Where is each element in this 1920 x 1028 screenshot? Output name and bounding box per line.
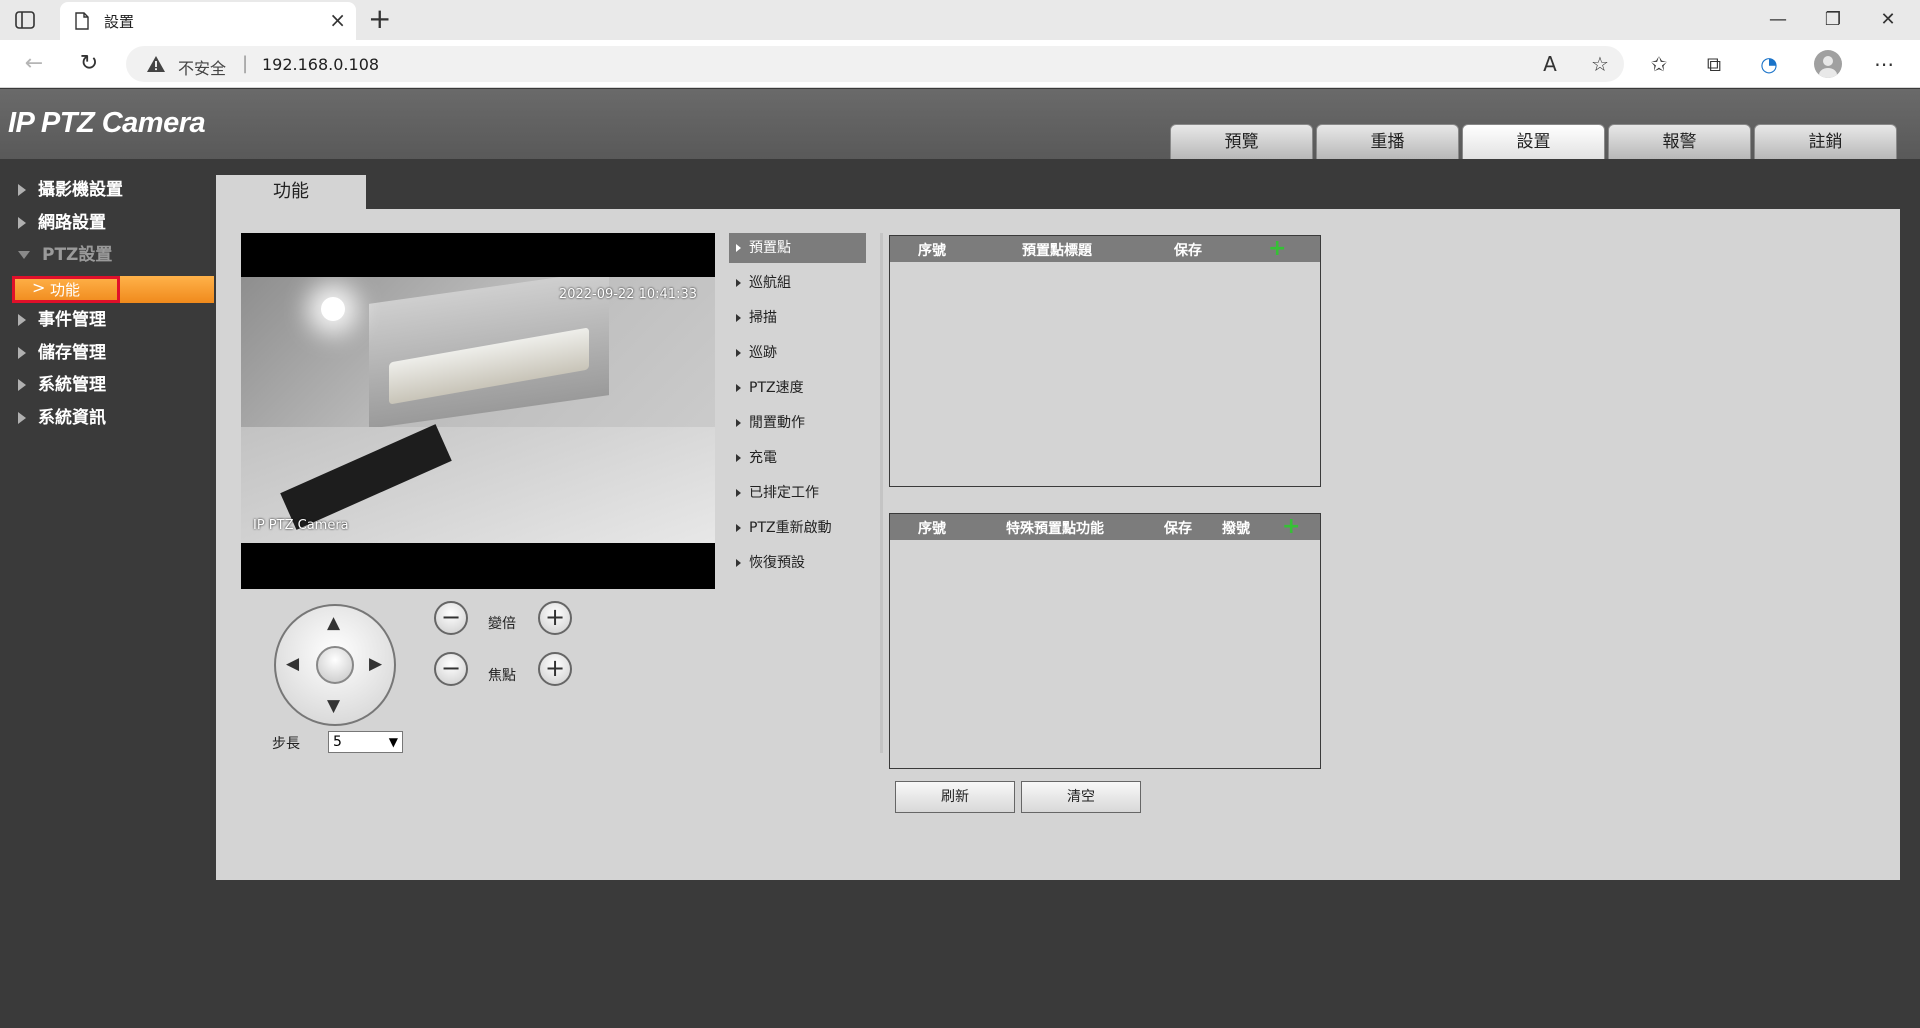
menu-item-pattern[interactable]: 巡跡: [729, 338, 866, 368]
osd-timestamp: 2022-09-22 10:41:33: [558, 287, 697, 302]
special-preset-table: 序號 特殊預置點功能 保存 撥號 +: [889, 513, 1321, 769]
insecure-label[interactable]: 不安全: [178, 55, 226, 79]
focus-label: 焦點: [488, 668, 516, 684]
preset-table-header: 序號 預置點標題 保存 +: [890, 236, 1320, 262]
menu-item-idle-motion[interactable]: 閒置動作: [729, 408, 866, 438]
collapse-arrow-icon: [18, 251, 30, 259]
sidebar-item-storage-management[interactable]: 儲存管理: [18, 339, 106, 367]
sidebar-item-system-info[interactable]: 系統資訊: [18, 404, 106, 432]
url-separator: |: [242, 53, 249, 74]
sidebar-item-event-management[interactable]: 事件管理: [18, 306, 106, 334]
menu-item-ptz-speed[interactable]: PTZ速度: [729, 373, 866, 403]
sidebar-item-ptz-settings[interactable]: PTZ設置: [18, 241, 112, 269]
menu-item-preset[interactable]: 預置點: [729, 233, 866, 263]
ptz-up-icon[interactable]: ▲: [327, 615, 340, 632]
profile-avatar-icon[interactable]: [1814, 50, 1842, 78]
page-icon: [75, 12, 89, 30]
menu-item-ptz-restart[interactable]: PTZ重新啟動: [729, 513, 866, 543]
zoom-in-button[interactable]: +: [538, 601, 572, 635]
content-tab-function[interactable]: 功能: [216, 175, 366, 209]
refresh-button[interactable]: 刷新: [895, 781, 1015, 813]
step-select[interactable]: 5 ▼: [328, 731, 403, 753]
expand-arrow-icon: [18, 314, 26, 326]
ceiling-light: [321, 297, 345, 321]
zoom-out-button[interactable]: −: [434, 601, 468, 635]
sidebar-subitem-function[interactable]: > 功能: [12, 276, 214, 303]
browser-tab-title: 設置: [104, 13, 135, 31]
more-menu-icon[interactable]: ⋯: [1870, 50, 1898, 78]
expand-arrow-icon: [18, 184, 26, 196]
collections-icon[interactable]: ⧉: [1700, 50, 1728, 78]
chevron-right-icon: >: [32, 278, 46, 297]
expand-arrow-icon: [18, 347, 26, 359]
url-text[interactable]: 192.168.0.108: [262, 55, 379, 74]
back-icon[interactable]: ←: [20, 50, 48, 78]
sidebar-item-camera-settings[interactable]: 攝影機設置: [18, 176, 123, 204]
browser-tab-bar: 設置 × + — ❐ ✕: [0, 0, 1920, 40]
col-index: 序號: [918, 243, 946, 259]
ptz-function-menu: 預置點 巡航組 掃描 巡跡 PTZ速度 閒置動作 充電 已排定工作 PTZ重新啟…: [729, 233, 883, 753]
col-save: 保存: [1164, 521, 1192, 537]
sidebar-subitem-label: 功能: [50, 281, 81, 299]
menu-item-charging[interactable]: 充電: [729, 443, 866, 473]
menu-item-scheduled-task[interactable]: 已排定工作: [729, 478, 866, 508]
zoom-label: 變倍: [488, 616, 516, 632]
chevron-down-icon: ▼: [388, 735, 398, 749]
menu-item-tour[interactable]: 巡航組: [729, 268, 866, 298]
close-tab-icon[interactable]: ×: [329, 10, 346, 30]
video-preview[interactable]: 2022-09-22 10:41:33 IP PTZ Camera: [241, 233, 715, 589]
camera-feed-image: 2022-09-22 10:41:33 IP PTZ Camera: [241, 277, 715, 543]
step-label: 步長: [272, 736, 300, 752]
new-tab-icon[interactable]: +: [368, 5, 391, 33]
favorites-icon[interactable]: ✩: [1645, 50, 1673, 78]
clear-button[interactable]: 清空: [1021, 781, 1141, 813]
special-preset-table-header: 序號 特殊預置點功能 保存 撥號 +: [890, 514, 1320, 540]
refresh-icon[interactable]: ↻: [75, 50, 103, 78]
expand-arrow-icon: [18, 412, 26, 424]
close-window-icon[interactable]: ✕: [1868, 6, 1908, 34]
col-index: 序號: [918, 521, 946, 537]
ptz-down-icon[interactable]: ▼: [327, 698, 340, 715]
expand-arrow-icon: [18, 217, 26, 229]
col-save: 保存: [1174, 243, 1202, 259]
preset-table: 序號 預置點標題 保存 +: [889, 235, 1321, 487]
sidebar-item-network-settings[interactable]: 網路設置: [18, 209, 106, 237]
function-panel: 2022-09-22 10:41:33 IP PTZ Camera ▲ ▼ ◀ …: [216, 209, 1900, 880]
expand-arrow-icon: [18, 379, 26, 391]
restore-icon[interactable]: ❐: [1813, 6, 1853, 34]
tab-logout[interactable]: 註銷: [1754, 124, 1897, 159]
col-dial: 撥號: [1222, 521, 1250, 537]
warning-icon[interactable]: [146, 54, 166, 74]
col-preset-title: 預置點標題: [1022, 243, 1092, 259]
tab-actions-icon[interactable]: [14, 9, 36, 31]
browser-tab-active[interactable]: 設置 ×: [60, 2, 356, 40]
edge-icon[interactable]: ◔: [1755, 50, 1783, 78]
add-preset-icon[interactable]: +: [1268, 238, 1286, 260]
camera-logo: IP PTZ Camera: [8, 107, 206, 139]
menu-item-restore-default[interactable]: 恢復預設: [729, 548, 866, 578]
osd-camera-name: IP PTZ Camera: [253, 518, 349, 533]
col-special-function: 特殊預置點功能: [1006, 521, 1104, 537]
address-bar-row: ← ↻ 不安全 | 192.168.0.108 A ☆ ✩ ⧉ ◔ ⋯: [0, 40, 1920, 88]
url-field[interactable]: 不安全 | 192.168.0.108 A ☆: [126, 46, 1624, 82]
camera-app-header: IP PTZ Camera 預覽 重播 設置 報警 註銷: [0, 89, 1920, 159]
ptz-right-icon[interactable]: ▶: [369, 656, 382, 673]
add-special-preset-icon[interactable]: +: [1282, 516, 1300, 538]
sidebar-item-system-management[interactable]: 系統管理: [18, 371, 106, 399]
tab-settings[interactable]: 設置: [1462, 124, 1605, 159]
minimize-icon[interactable]: —: [1758, 6, 1798, 34]
ptz-center-button[interactable]: [316, 646, 354, 684]
tab-playback[interactable]: 重播: [1316, 124, 1459, 159]
ptz-left-icon[interactable]: ◀: [286, 656, 299, 673]
focus-far-button[interactable]: +: [538, 652, 572, 686]
tab-alarm[interactable]: 報警: [1608, 124, 1751, 159]
menu-item-scan[interactable]: 掃描: [729, 303, 866, 333]
focus-near-button[interactable]: −: [434, 652, 468, 686]
tab-preview[interactable]: 預覽: [1170, 124, 1313, 159]
ptz-direction-pad[interactable]: ▲ ▼ ◀ ▶: [274, 604, 396, 726]
favorite-add-icon[interactable]: ☆: [1586, 50, 1614, 78]
read-aloud-icon[interactable]: A: [1536, 50, 1564, 78]
